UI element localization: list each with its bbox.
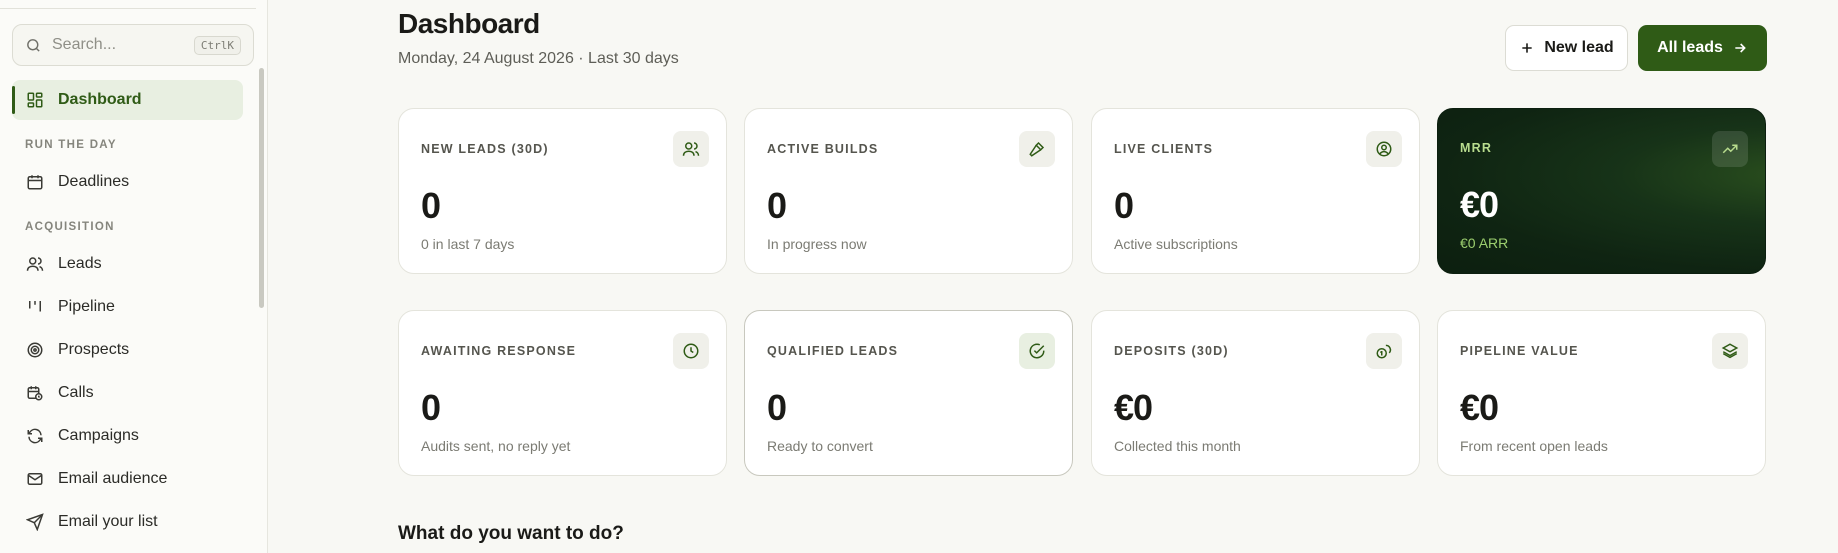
stat-card-active-builds[interactable]: ACTIVE BUILDS 0 In progress now bbox=[744, 108, 1073, 274]
user-circle-icon bbox=[1376, 141, 1392, 157]
sidebar-item-dashboard[interactable]: Dashboard bbox=[12, 80, 243, 120]
stat-label: DEPOSITS (30D) bbox=[1114, 344, 1229, 358]
users-icon bbox=[682, 142, 700, 156]
sidebar-item-label: Prospects bbox=[58, 341, 130, 358]
stat-card-qualified-leads[interactable]: QUALIFIED LEADS 0 Ready to convert bbox=[744, 310, 1073, 476]
nav-section-acquisition: ACQUISITION bbox=[25, 221, 115, 233]
target-icon bbox=[27, 342, 43, 358]
stat-icon-wrap bbox=[1366, 131, 1402, 167]
sidebar-item-label: Pipeline bbox=[58, 298, 115, 315]
sidebar-scrollbar[interactable] bbox=[259, 68, 264, 308]
stat-label: QUALIFIED LEADS bbox=[767, 344, 899, 358]
stat-value: €0 bbox=[1460, 387, 1499, 428]
stat-value: €0 bbox=[1114, 387, 1153, 428]
stat-icon-wrap bbox=[673, 333, 709, 369]
hammer-icon bbox=[1029, 141, 1045, 157]
new-lead-label: New lead bbox=[1544, 39, 1614, 56]
page-title: Dashboard bbox=[398, 8, 540, 39]
mail-icon bbox=[27, 473, 43, 485]
sidebar-item-label: Campaigns bbox=[58, 427, 139, 444]
stat-value: 0 bbox=[421, 387, 441, 428]
stat-icon-wrap bbox=[1019, 131, 1055, 167]
stat-card-pipeline-value[interactable]: PIPELINE VALUE €0 From recent open leads bbox=[1437, 310, 1766, 476]
calendar-icon bbox=[27, 175, 43, 190]
stat-value: 0 bbox=[421, 185, 441, 226]
stat-card-awaiting-response[interactable]: AWAITING RESPONSE 0 Audits sent, no repl… bbox=[398, 310, 727, 476]
stat-label: PIPELINE VALUE bbox=[1460, 344, 1579, 358]
sidebar-item-label: Dashboard bbox=[58, 91, 142, 108]
pipeline-icon bbox=[29, 301, 41, 312]
stat-subtext: Collected this month bbox=[1114, 438, 1241, 454]
nav-section-run-the-day: RUN THE DAY bbox=[25, 139, 117, 151]
check-circle-icon bbox=[1029, 343, 1045, 359]
trending-up-icon bbox=[1722, 144, 1738, 154]
coins-icon bbox=[1376, 344, 1392, 359]
page-subtitle: Monday, 24 August 2026 · Last 30 days bbox=[398, 50, 679, 67]
stat-subtext: Active subscriptions bbox=[1114, 236, 1238, 252]
refresh-icon bbox=[27, 428, 43, 444]
stat-icon-wrap bbox=[1019, 333, 1055, 369]
stat-subtext: 0 in last 7 days bbox=[421, 236, 515, 252]
stat-value: 0 bbox=[767, 185, 787, 226]
stat-card-live-clients[interactable]: LIVE CLIENTS 0 Active subscriptions bbox=[1091, 108, 1420, 274]
stat-icon-wrap bbox=[1712, 333, 1748, 369]
sidebar-item-label: Leads bbox=[58, 255, 102, 272]
stat-subtext: From recent open leads bbox=[1460, 438, 1608, 454]
sidebar-item-label: Email your list bbox=[58, 513, 158, 530]
stat-icon-wrap bbox=[1712, 131, 1748, 167]
sidebar-item-campaigns[interactable]: Campaigns bbox=[12, 416, 243, 456]
users-icon bbox=[26, 257, 44, 271]
stat-value: €0 bbox=[1460, 184, 1499, 225]
sidebar-item-label: Deadlines bbox=[58, 173, 130, 190]
send-icon bbox=[26, 513, 44, 531]
sidebar-item-pipeline[interactable]: Pipeline bbox=[12, 287, 243, 327]
sidebar-item-label: Email audience bbox=[58, 470, 168, 487]
all-leads-label: All leads bbox=[1657, 39, 1723, 56]
all-leads-button[interactable]: All leads bbox=[1638, 25, 1767, 71]
stat-subtext: Audits sent, no reply yet bbox=[421, 438, 571, 454]
stat-subtext: In progress now bbox=[767, 236, 867, 252]
sidebar-item-email-your-list[interactable]: Email your list bbox=[12, 502, 243, 542]
sidebar: Search... CtrlK Dashboard RUN THE DAY De… bbox=[0, 0, 268, 553]
stat-label: LIVE CLIENTS bbox=[1114, 142, 1214, 156]
search-input[interactable]: Search... CtrlK bbox=[12, 24, 254, 66]
sidebar-item-leads[interactable]: Leads bbox=[12, 244, 243, 284]
stat-label: AWAITING RESPONSE bbox=[421, 344, 577, 358]
new-lead-button[interactable]: New lead bbox=[1505, 25, 1628, 71]
stat-value: 0 bbox=[767, 387, 787, 428]
stat-icon-wrap bbox=[1366, 333, 1402, 369]
section-title-actions: What do you want to do? bbox=[398, 523, 624, 544]
stat-subtext: Ready to convert bbox=[767, 438, 873, 454]
stat-card-deposits[interactable]: DEPOSITS (30D) €0 Collected this month bbox=[1091, 310, 1420, 476]
search-shortcut-badge: CtrlK bbox=[193, 35, 241, 55]
sidebar-divider bbox=[0, 8, 256, 9]
dashboard-icon bbox=[27, 92, 43, 108]
layers-icon bbox=[1721, 343, 1739, 359]
search-placeholder: Search... bbox=[52, 36, 117, 53]
stat-icon-wrap bbox=[673, 131, 709, 167]
sidebar-item-label: Calls bbox=[58, 384, 94, 401]
stat-card-mrr[interactable]: MRR €0 €0 ARR bbox=[1437, 108, 1766, 274]
sidebar-item-calls[interactable]: Calls bbox=[12, 373, 243, 413]
search-icon bbox=[27, 38, 40, 52]
stat-card-new-leads[interactable]: NEW LEADS (30D) 0 0 in last 7 days bbox=[398, 108, 727, 274]
stat-subtext: €0 ARR bbox=[1460, 235, 1509, 251]
stat-label: MRR bbox=[1460, 141, 1493, 155]
stat-label: ACTIVE BUILDS bbox=[767, 142, 879, 156]
sidebar-item-prospects[interactable]: Prospects bbox=[12, 330, 243, 370]
sidebar-item-email-audience[interactable]: Email audience bbox=[12, 459, 243, 499]
sidebar-item-deadlines[interactable]: Deadlines bbox=[12, 162, 243, 202]
arrow-right-icon bbox=[1735, 43, 1746, 53]
stat-label: NEW LEADS (30D) bbox=[421, 142, 549, 156]
stat-value: 0 bbox=[1114, 185, 1134, 226]
clock-icon bbox=[683, 343, 699, 359]
calendar-clock-icon bbox=[27, 386, 43, 401]
plus-icon bbox=[1522, 43, 1532, 53]
